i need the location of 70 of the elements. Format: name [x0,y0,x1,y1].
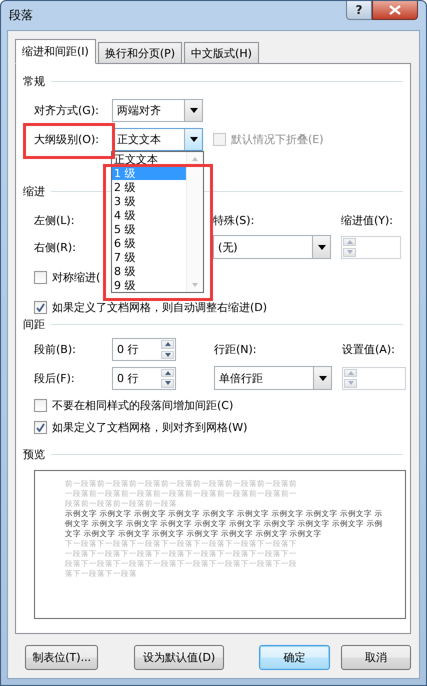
section-heading: 间距 [23,316,45,332]
field-label: 大纲级别(O): [34,132,100,147]
caret-icon [190,137,198,142]
down-arrow-icon [192,283,198,287]
list-option[interactable]: 3 级 [112,194,186,208]
spin-field[interactable]: 0 行 [112,338,176,361]
scrollbar[interactable] [186,152,203,292]
checkbox-label: 如果定义了文档网格，则自动调整右缩进(D) [52,300,268,314]
up-arrow-icon [164,370,170,375]
down-arrow-icon [348,381,354,386]
checkbox[interactable] [34,300,47,314]
spin-down-button[interactable] [161,350,174,359]
field-label: 行距(N): [214,342,258,357]
checkbox-label: 不要在相同样式的段落间增加间距(C) [52,398,234,412]
field-label: 段后(F): [34,370,76,386]
dialog-button[interactable]: 设为默认值(D) [134,644,224,670]
down-arrow-icon [164,352,170,357]
spin-field[interactable]: 0 行 [112,366,176,390]
window-title: 段落 [9,7,33,24]
down-arrow-icon [164,381,170,386]
list-option[interactable]: 4 级 [112,208,186,222]
checkbox-label: 对称缩进( [52,270,100,284]
spin-down-button[interactable] [161,379,174,388]
checkmark-icon [36,302,45,312]
checkbox[interactable] [34,398,47,412]
checkbox[interactable] [34,420,47,434]
list-option[interactable]: 6 级 [112,236,186,250]
caret-icon [190,108,198,113]
field-label: 左侧(L): [34,212,76,228]
list-option[interactable]: 8 级 [112,264,186,278]
field-label: 对齐方式(G): [34,103,100,118]
list-option[interactable]: 7 级 [112,250,186,264]
field-label: 设置值(A): [342,342,396,357]
section-heading: 预览 [23,446,45,462]
up-arrow-icon [192,157,198,161]
list-option[interactable]: 5 级 [112,222,186,236]
alignment-dropdown[interactable]: 两端对齐 [112,99,203,122]
caret-icon [318,244,326,250]
down-arrow-icon [346,250,352,254]
field-label: 特殊(S): [213,212,256,228]
up-arrow-icon [346,240,352,244]
tab[interactable]: 换行和分页(P) [98,42,182,63]
up-arrow-icon [348,370,354,375]
special-indent-dropdown[interactable]: (无) [213,235,331,259]
checkbox-label: 默认情况下折叠(E) [231,132,324,147]
line-spacing-dropdown[interactable]: 单倍行距 [214,366,332,390]
section-heading: 缩进 [23,184,45,198]
checkbox-label: 如果定义了文档网格，则对齐到网格(W) [52,420,248,434]
list-option[interactable]: 2 级 [112,180,186,194]
dialog-button[interactable]: 确定 [259,644,330,670]
field-label: 段前(B): [34,342,77,357]
dialog-button[interactable]: 制表位(T)... [25,644,98,670]
section-heading: 常规 [23,74,45,88]
outline-level-dropdown[interactable]: 正文文本 [112,128,203,151]
list-option[interactable]: 正文文本 [112,152,186,166]
close-icon [389,5,401,15]
list-option[interactable]: 9 级 [112,278,186,292]
close-button[interactable] [372,1,418,20]
tab[interactable]: 缩进和间距(I) [15,39,96,64]
caret-icon [318,376,326,380]
field-label: 缩进值(Y): [341,212,394,228]
dialog-button[interactable]: 取消 [340,644,411,670]
help-button[interactable]: ? [346,1,372,20]
spin-up-button[interactable] [161,368,174,377]
spin-up-button[interactable] [161,340,174,348]
field-label: 右侧(R): [34,240,77,254]
checkbox[interactable] [34,270,47,284]
tab[interactable]: 中文版式(H) [184,42,259,63]
up-arrow-icon [164,342,170,346]
checkmark-icon [36,422,45,432]
